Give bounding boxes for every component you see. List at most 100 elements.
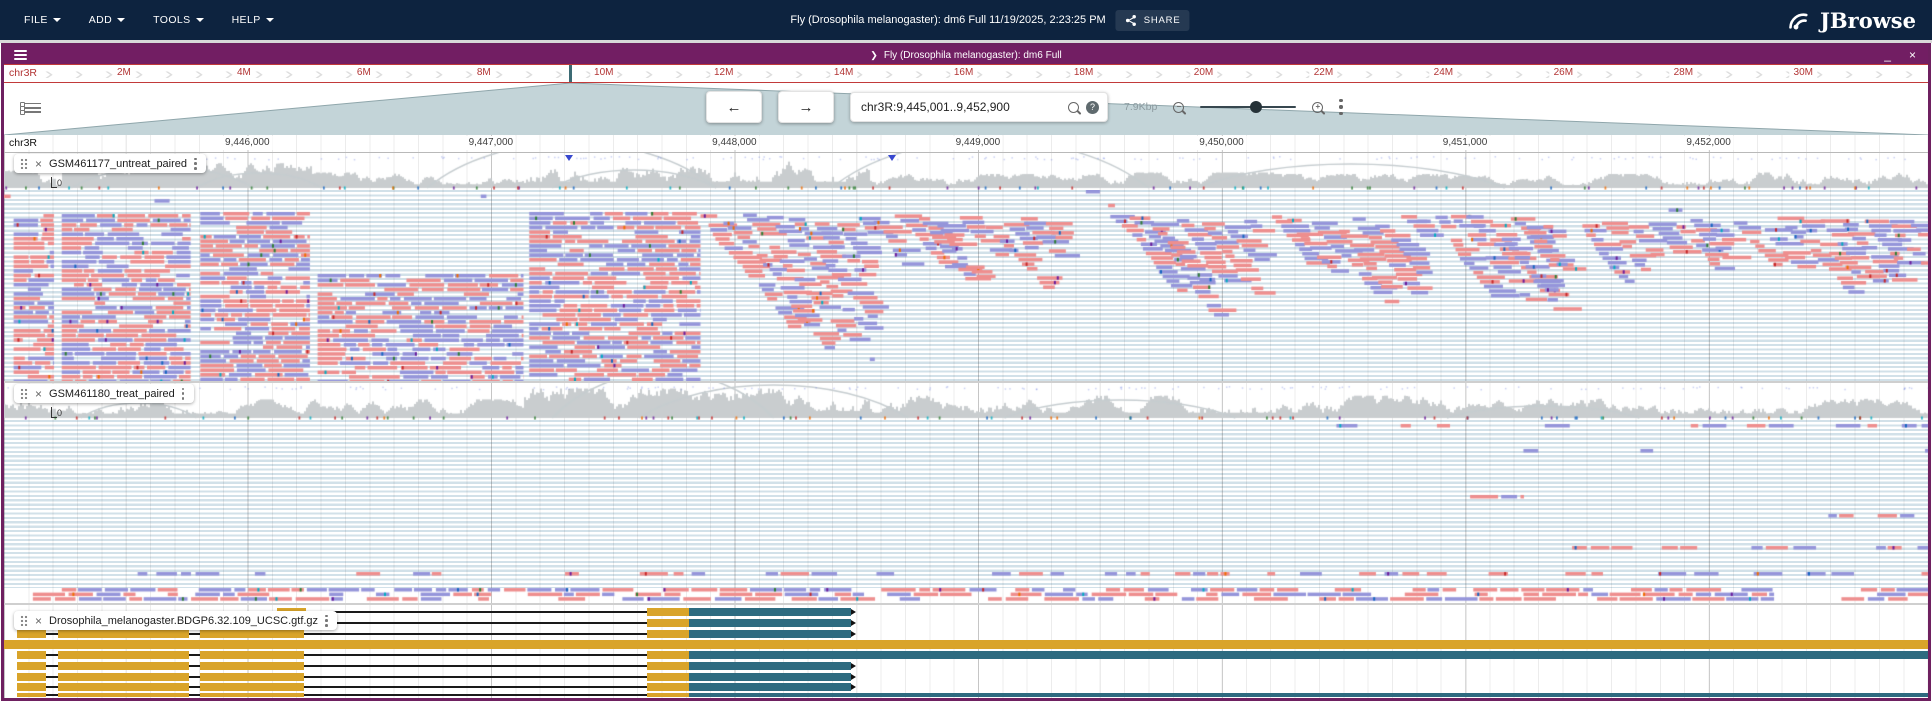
zoom-out-icon[interactable]: − (1173, 102, 1184, 113)
exon-box[interactable] (58, 662, 189, 670)
drag-handle-icon[interactable] (20, 158, 28, 169)
exon-box[interactable] (647, 619, 689, 627)
menubar-center: Fly (Drosophila melanogaster): dm6 Full … (790, 0, 1189, 40)
exon-box[interactable] (4, 640, 1928, 649)
zoom-slider-thumb[interactable] (1250, 101, 1262, 113)
exon-box[interactable] (58, 651, 189, 659)
exon-box[interactable] (17, 662, 46, 670)
cds-box[interactable] (689, 619, 851, 627)
track-menu-icon[interactable] (182, 388, 186, 400)
exon-box[interactable] (58, 630, 189, 638)
exon-box[interactable] (647, 651, 689, 659)
cds-box[interactable] (689, 693, 1928, 697)
jbrowse-logo-icon (1784, 6, 1814, 34)
zoom-slider[interactable] (1200, 101, 1296, 113)
exon-box[interactable] (17, 651, 46, 659)
read-pileup-2[interactable] (4, 420, 1928, 603)
search-icon[interactable] (1068, 102, 1079, 113)
exon-box[interactable] (200, 693, 304, 697)
gene-feature-row[interactable] (4, 673, 1928, 681)
exon-box[interactable] (200, 662, 304, 670)
read-pileup-canvas-2[interactable] (4, 420, 1928, 603)
track-label-pill[interactable]: × Drosophila_melanogaster.BDGP6.32.109_U… (14, 611, 337, 630)
exon-box[interactable] (58, 693, 189, 697)
coverage-canvas-2[interactable] (4, 383, 1928, 420)
zoom-in-icon[interactable]: + (1312, 102, 1323, 113)
drag-handle-icon[interactable] (20, 388, 28, 399)
gene-feature-row[interactable] (4, 640, 1928, 649)
exon-box[interactable] (647, 630, 689, 638)
exon-box[interactable] (647, 662, 689, 670)
menu-tools[interactable]: TOOLS (143, 8, 213, 32)
track-label-pill[interactable]: × GSM461177_untreat_paired (14, 154, 206, 173)
gene-feature-row[interactable] (4, 683, 1928, 691)
open-track-selector-button[interactable] (25, 100, 41, 114)
track-menu-icon[interactable] (194, 158, 198, 170)
strand-arrow-icon (851, 674, 856, 680)
ruler-tick-label: 9,452,000 (1683, 136, 1734, 150)
exon-box[interactable] (647, 683, 689, 691)
read-pileup-canvas-1[interactable] (4, 190, 1928, 381)
chromosome-overview-scalebar[interactable]: ››››››››››››››››››››››››››››››››››››››››… (4, 64, 1928, 83)
ruler-tick-label: 9,448,000 (709, 136, 760, 150)
cds-box[interactable] (689, 651, 1928, 659)
exon-box[interactable] (17, 630, 46, 638)
minimize-view-icon[interactable]: _ (1884, 50, 1891, 60)
gene-feature-row[interactable] (4, 662, 1928, 670)
exon-box[interactable] (200, 651, 304, 659)
share-button[interactable]: SHARE (1116, 10, 1190, 31)
close-track-icon[interactable]: × (35, 616, 42, 626)
cds-box[interactable] (689, 662, 851, 670)
location-search-box[interactable]: ? (850, 92, 1108, 122)
drag-handle-icon[interactable] (20, 615, 28, 626)
ruler-tick-label: 9,449,000 (953, 136, 1004, 150)
track-gene-annotations[interactable]: × Drosophila_melanogaster.BDGP6.32.109_U… (4, 605, 1928, 698)
exon-box[interactable] (647, 693, 689, 697)
gene-feature-row[interactable] (4, 630, 1928, 638)
menu-add[interactable]: ADD (79, 8, 135, 32)
help-icon[interactable]: ? (1086, 101, 1099, 114)
gene-feature-row[interactable] (4, 693, 1928, 697)
cds-box[interactable] (689, 630, 851, 638)
exon-box[interactable] (17, 693, 46, 697)
track-name: GSM461177_untreat_paired (49, 158, 187, 170)
view-options-kebab-icon[interactable] (1339, 99, 1343, 115)
cds-box[interactable] (689, 608, 851, 616)
exon-box[interactable] (647, 608, 689, 616)
exon-box[interactable] (58, 683, 189, 691)
close-track-icon[interactable]: × (35, 389, 42, 399)
exon-box[interactable] (17, 673, 46, 681)
view-menu-icon[interactable] (14, 48, 27, 62)
menu-help[interactable]: HELP (222, 8, 284, 32)
close-track-icon[interactable]: × (35, 159, 42, 169)
coverage-canvas-1[interactable] (4, 153, 1928, 190)
exon-box[interactable] (17, 683, 46, 691)
share-label: SHARE (1144, 15, 1181, 26)
exon-box[interactable] (58, 673, 189, 681)
exon-box[interactable] (200, 683, 304, 691)
caret-down-icon (53, 18, 61, 22)
gene-feature-row[interactable] (4, 651, 1928, 659)
track-label-pill[interactable]: × GSM461180_treat_paired (14, 384, 194, 403)
track-menu-icon[interactable] (325, 615, 329, 627)
pan-right-button[interactable]: → (778, 91, 834, 123)
location-input[interactable] (859, 99, 1061, 115)
overview-tick-label: 2M (113, 66, 135, 80)
menu-file[interactable]: FILE (14, 8, 71, 32)
exon-box[interactable] (200, 673, 304, 681)
coverage-subtrack-2[interactable]: 0 (4, 383, 1928, 420)
strand-arrow-icon (851, 684, 856, 690)
exon-box[interactable] (647, 673, 689, 681)
view-window-controls: _ × (1884, 50, 1916, 60)
read-pileup-1[interactable] (4, 190, 1928, 381)
overview-refname: chr3R (6, 66, 40, 80)
cds-box[interactable] (689, 683, 851, 691)
close-view-icon[interactable]: × (1909, 50, 1916, 60)
ruler-tick-label: 9,446,000 (222, 136, 273, 150)
jbrowse-logo: JBrowse (1784, 0, 1916, 40)
detail-ruler[interactable]: chr3R 9,446,0009,447,0009,448,0009,449,0… (4, 135, 1928, 153)
cds-box[interactable] (689, 673, 851, 681)
coverage-subtrack-1[interactable]: 0 (4, 153, 1928, 190)
pan-left-button[interactable]: ← (706, 91, 762, 123)
exon-box[interactable] (200, 630, 304, 638)
